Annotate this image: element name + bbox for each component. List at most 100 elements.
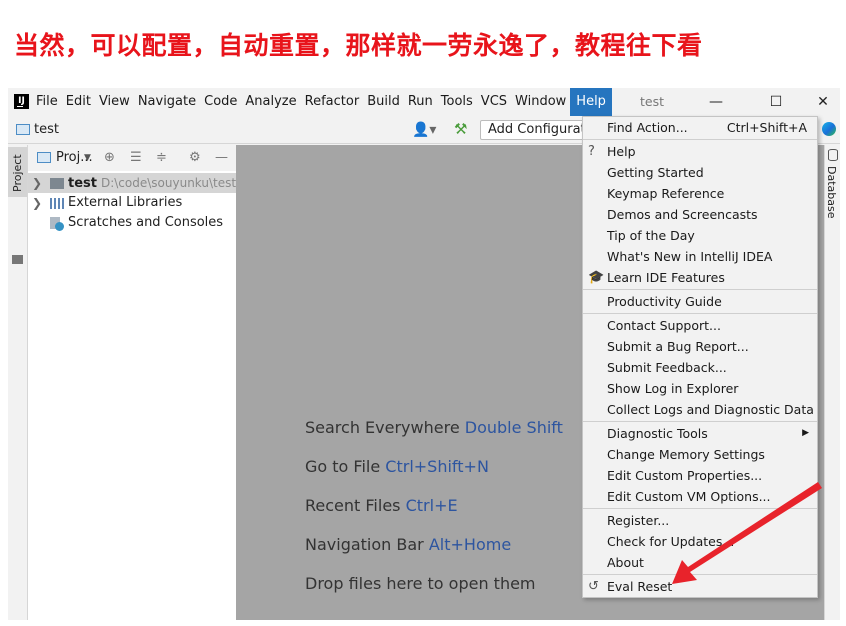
collapse-all-icon[interactable]: ≑ <box>156 145 167 171</box>
editor-hint: Drop files here to open them <box>305 574 536 593</box>
close-icon[interactable]: ✕ <box>811 88 835 116</box>
menu-build[interactable]: Build <box>363 88 404 116</box>
locate-icon[interactable]: ⊕ <box>104 145 115 171</box>
menu-item-find-action[interactable]: Find Action... Ctrl+Shift+A <box>583 117 817 138</box>
maximize-icon[interactable]: ☐ <box>764 88 788 116</box>
database-tool-tab[interactable]: Database <box>825 166 838 219</box>
tree-item-label: test D:\code\souyunku\test <box>68 173 236 194</box>
hint-shortcut: Ctrl+Shift+N <box>385 457 489 476</box>
menu-item-label: Contact Support... <box>607 318 721 333</box>
menu-item-productivity-guide[interactable]: Productivity Guide <box>583 291 817 312</box>
menu-item-show-log-in-explorer[interactable]: Show Log in Explorer <box>583 378 817 399</box>
menu-item-edit-custom-vm-options[interactable]: Edit Custom VM Options... <box>583 486 817 507</box>
menu-view[interactable]: View <box>95 88 134 116</box>
hide-panel-icon[interactable]: — <box>215 145 228 171</box>
menu-refactor[interactable]: Refactor <box>301 88 364 116</box>
menu-separator <box>583 289 817 290</box>
menu-item-diagnostic-tools[interactable]: Diagnostic Tools ▶ <box>583 423 817 444</box>
database-icon[interactable] <box>828 149 838 161</box>
menu-items: File Edit View Navigate Code Analyze Refactor B… <box>32 88 612 116</box>
menu-item-submit-feedback[interactable]: Submit Feedback... <box>583 357 817 378</box>
breadcrumb-project[interactable]: test <box>34 116 59 143</box>
menu-item-register[interactable]: Register... <box>583 510 817 531</box>
expand-all-icon[interactable]: ☰ <box>130 145 142 171</box>
gear-icon[interactable]: ⚙ <box>189 145 201 171</box>
hint-shortcut: Alt+Home <box>428 535 512 554</box>
menu-code[interactable]: Code <box>200 88 241 116</box>
folder-icon[interactable] <box>12 255 23 264</box>
menu-item-label: Tip of the Day <box>607 228 695 243</box>
library-icon <box>50 198 64 209</box>
scratches-icon <box>50 217 64 231</box>
menu-separator <box>583 508 817 509</box>
menu-item-label: Edit Custom Properties... <box>607 468 763 483</box>
chevron-right-icon[interactable]: ❯ <box>32 173 42 193</box>
tree-item-name: External Libraries <box>68 195 183 210</box>
menu-item-demos-and-screencasts[interactable]: Demos and Screencasts <box>583 204 817 225</box>
menu-item-label: Change Memory Settings <box>607 447 765 462</box>
menu-tools[interactable]: Tools <box>437 88 477 116</box>
menu-item-label: Help <box>607 144 636 159</box>
submenu-arrow-icon: ▶ <box>802 428 809 438</box>
menu-item-change-memory-settings[interactable]: Change Memory Settings <box>583 444 817 465</box>
tree-item-name: Scratches and Consoles <box>68 215 224 230</box>
menu-edit[interactable]: Edit <box>62 88 95 116</box>
menu-item-edit-custom-properties[interactable]: Edit Custom Properties... <box>583 465 817 486</box>
menu-item-eval-reset[interactable]: ↺ Eval Reset <box>583 576 817 597</box>
menu-item-tip-of-the-day[interactable]: Tip of the Day <box>583 225 817 246</box>
menu-item-label: Check for Updates... <box>607 534 735 549</box>
menu-item-label: Diagnostic Tools <box>607 426 708 441</box>
project-tab-label: Project <box>11 154 24 192</box>
editor-hint: Navigation Bar Alt+Home <box>305 535 511 554</box>
menu-item-submit-a-bug-report[interactable]: Submit a Bug Report... <box>583 336 817 357</box>
menu-item-label: Edit Custom VM Options... <box>607 489 771 504</box>
tree-row[interactable]: ❯ External Libraries <box>28 193 236 213</box>
project-panel-header: Proj... ▼ ⊕ ☰ ≑ ⚙ — <box>28 145 236 171</box>
tree-row[interactable]: ❯ test D:\code\souyunku\test <box>28 173 236 193</box>
menu-bar: IJ File Edit View Navigate Code Analyze Refact… <box>8 88 840 116</box>
user-icon[interactable]: 👤▾ <box>412 122 436 138</box>
hint-shortcut: Double Shift <box>464 418 563 437</box>
menu-navigate[interactable]: Navigate <box>134 88 200 116</box>
menu-separator <box>583 313 817 314</box>
menu-help[interactable]: Help <box>570 88 612 116</box>
menu-item-learn-ide-features[interactable]: 🎓 Learn IDE Features <box>583 267 817 288</box>
project-panel: Proj... ▼ ⊕ ☰ ≑ ⚙ — ❯ test D:\code\souyunk… <box>28 145 236 620</box>
menu-separator <box>583 421 817 422</box>
menu-item-what-s-new-in-intellij-idea[interactable]: What's New in IntelliJ IDEA <box>583 246 817 267</box>
menu-window[interactable]: Window <box>511 88 570 116</box>
menu-item-getting-started[interactable]: Getting Started <box>583 162 817 183</box>
menu-item-label: Keymap Reference <box>607 186 725 201</box>
menu-item-check-for-updates[interactable]: Check for Updates... <box>583 531 817 552</box>
menu-run[interactable]: Run <box>404 88 437 116</box>
toolbox-logo-icon[interactable] <box>822 122 836 136</box>
menu-separator <box>583 139 817 140</box>
chevron-right-icon[interactable]: ❯ <box>32 193 42 213</box>
minimize-icon[interactable]: — <box>704 88 728 116</box>
project-tool-tab[interactable]: Project <box>8 147 27 197</box>
tree-item-name: test <box>68 176 97 191</box>
menu-vcs[interactable]: VCS <box>477 88 511 116</box>
caption-text: 当然，可以配置，自动重置，那样就一劳永逸了，教程往下看 <box>14 31 703 60</box>
menu-item-label: About <box>607 555 644 570</box>
menu-analyze[interactable]: Analyze <box>241 88 300 116</box>
tree-row[interactable]: Scratches and Consoles <box>28 213 236 233</box>
menu-item-label: Productivity Guide <box>607 294 722 309</box>
menu-item-about[interactable]: About <box>583 552 817 573</box>
left-tool-strip: Project <box>8 145 28 620</box>
menu-separator <box>583 574 817 575</box>
build-hammer-icon[interactable]: ⚒ <box>454 120 467 138</box>
help-menu-dropdown: Find Action... Ctrl+Shift+A ? Help Getting S… <box>582 116 818 598</box>
menu-item-label: Submit a Bug Report... <box>607 339 749 354</box>
menu-item-keymap-reference[interactable]: Keymap Reference <box>583 183 817 204</box>
editor-hint: Go to File Ctrl+Shift+N <box>305 457 489 476</box>
menu-file[interactable]: File <box>32 88 62 116</box>
hint-text: Drop files here to open them <box>305 574 536 593</box>
menu-item-help[interactable]: ? Help <box>583 141 817 162</box>
menu-item-contact-support[interactable]: Contact Support... <box>583 315 817 336</box>
chevron-down-icon[interactable]: ▼ <box>84 145 91 171</box>
hint-text: Navigation Bar <box>305 535 424 554</box>
editor-hint: Search Everywhere Double Shift <box>305 418 563 437</box>
menu-item-collect-logs-and-diagnostic-data[interactable]: Collect Logs and Diagnostic Data <box>583 399 817 420</box>
menu-item-shortcut: Ctrl+Shift+A <box>726 120 807 135</box>
